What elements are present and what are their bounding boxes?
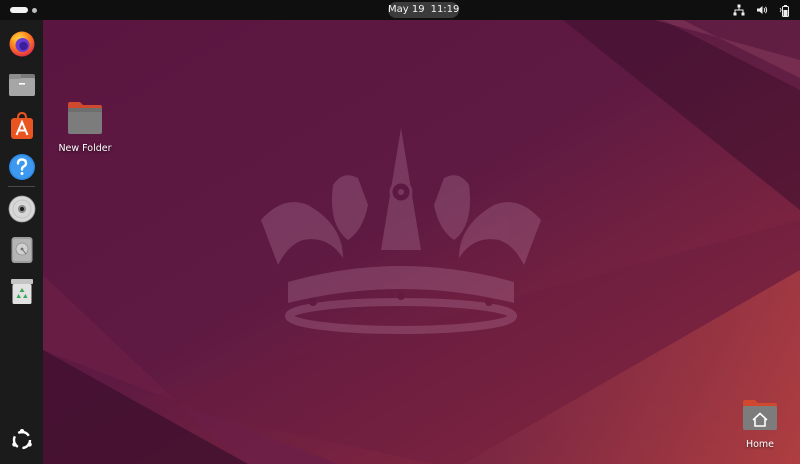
date-time-button[interactable]: May 19 11:19	[388, 2, 459, 18]
top-bar: May 19 11:19	[0, 0, 800, 20]
activities-indicator[interactable]	[10, 6, 37, 14]
desktop[interactable]: New Folder Home	[43, 20, 800, 464]
battery-icon[interactable]	[778, 3, 792, 17]
home-folder-icon	[741, 398, 779, 436]
optical-disc-icon[interactable]	[5, 192, 38, 225]
date-label: May 19	[388, 4, 425, 15]
firefox-icon[interactable]	[5, 27, 38, 60]
wallpaper	[43, 20, 800, 464]
files-icon[interactable]	[5, 68, 38, 101]
folder-icon	[66, 100, 104, 140]
volume-icon[interactable]	[755, 3, 769, 17]
workspace-indicator	[32, 7, 37, 13]
network-icon[interactable]	[732, 3, 746, 17]
app-center-icon[interactable]	[5, 109, 38, 142]
home-label: Home	[745, 439, 775, 450]
new-folder-desktop-item[interactable]: New Folder	[55, 100, 115, 154]
dock-separator	[8, 186, 35, 187]
help-icon[interactable]	[5, 150, 38, 183]
dock	[0, 20, 43, 464]
time-label: 11:19	[430, 4, 460, 15]
trash-icon[interactable]	[5, 274, 38, 307]
drive-icon[interactable]	[5, 233, 38, 266]
home-desktop-item[interactable]: Home	[730, 398, 790, 450]
new-folder-label: New Folder	[58, 143, 112, 154]
show-apps-icon[interactable]	[5, 423, 38, 456]
system-tray[interactable]	[732, 2, 792, 18]
workspace-active-indicator	[10, 7, 28, 13]
